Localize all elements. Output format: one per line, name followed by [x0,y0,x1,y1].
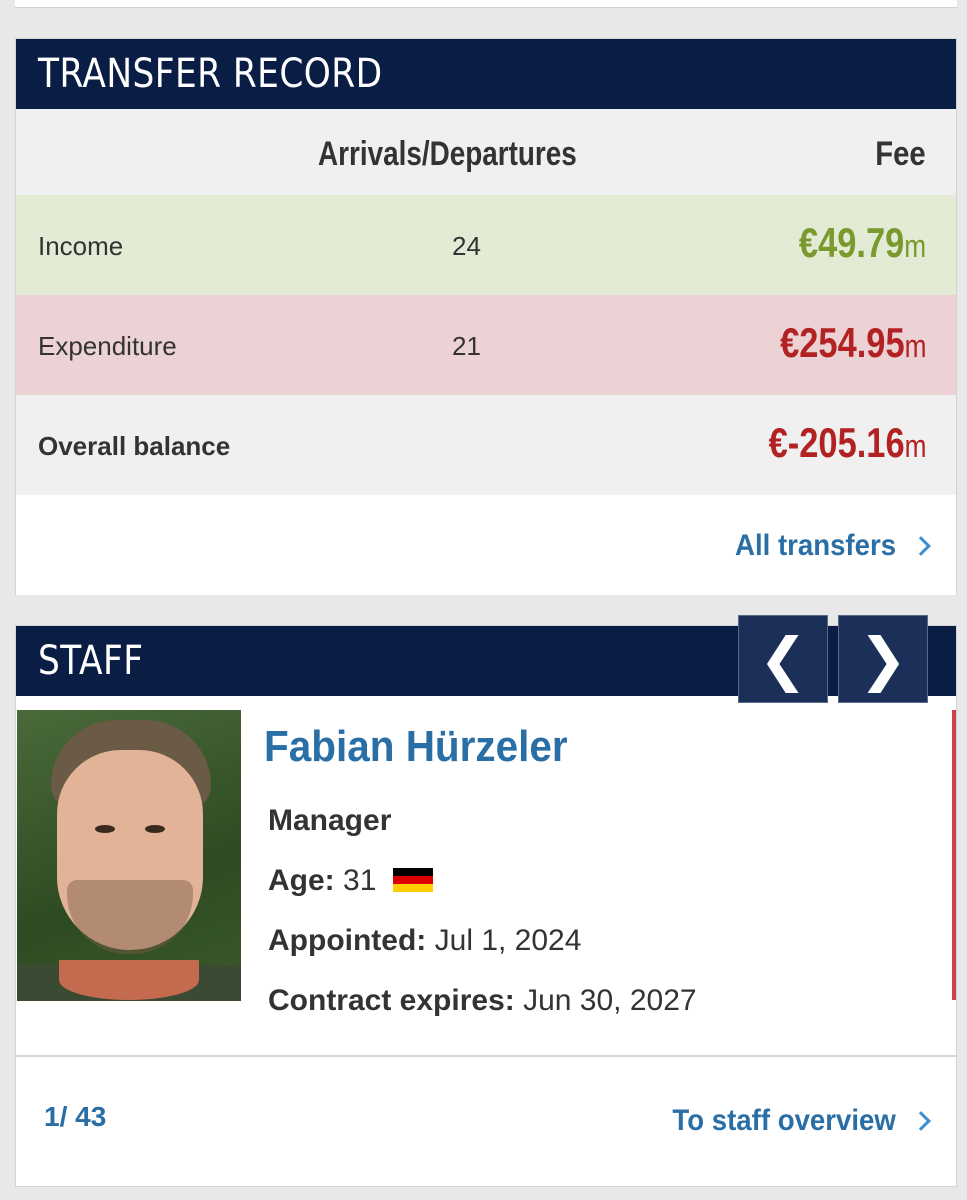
photo-eye [145,825,165,833]
photo-collar [59,960,199,1000]
income-value: €49.79m [799,219,926,267]
staff-age: Age: 31 [268,864,433,898]
chevron-right-icon [911,536,931,556]
expenditure-count: 21 [452,331,481,361]
staff-title: STAFF [38,638,144,684]
overall-balance-value: €-205.16m [768,419,926,467]
card-edge-accent [952,710,956,1000]
overall-balance-row: Overall balance €-205.16m [16,395,956,495]
income-count: 24 [452,231,481,261]
previous-staff-button[interactable]: ❮ [738,615,828,703]
income-unit: m [904,228,926,264]
staff-appointed: Appointed: Jul 1, 2024 [268,924,581,958]
photo-eye [95,825,115,833]
staff-card: STAFF ❮ ❯ Fabian Hürzeler Manager Age: 3… [15,615,957,1187]
expenditure-row: Expenditure 21 €254.95m [16,295,956,395]
expenditure-unit: m [904,328,926,364]
column-fee: Fee [875,135,926,173]
income-amount: €49.79 [798,219,905,266]
chevron-left-icon: ❮ [758,625,808,693]
staff-overview-label: To staff overview [672,1104,896,1137]
contract-value: Jun 30, 2027 [523,984,697,1017]
transfer-footer: All transfers [16,495,956,595]
appointed-label: Appointed: [268,924,427,957]
overall-balance-unit: m [904,428,926,464]
all-transfers-link[interactable]: All transfers [721,529,931,563]
all-transfers-label: All transfers [734,529,896,562]
next-staff-button[interactable]: ❯ [838,615,928,703]
age-value: 31 [343,864,377,897]
staff-role-text: Manager [268,804,392,837]
staff-photo[interactable] [17,710,241,1001]
photo-beard [67,880,193,954]
transfer-record-header: TRANSFER RECORD [16,39,956,109]
expenditure-amount: €254.95 [779,319,905,366]
staff-pager: 1/ 43 [44,1101,107,1132]
column-arrivals-departures: Arrivals/Departures [318,135,577,173]
germany-flag-icon [392,868,433,892]
staff-overview-link[interactable]: To staff overview [653,1104,931,1138]
staff-contract: Contract expires: Jun 30, 2027 [268,984,697,1018]
expenditure-value: €254.95m [780,319,926,367]
chevron-right-icon: ❯ [858,625,908,693]
divider [16,1055,956,1057]
overall-balance-label: Overall balance [38,431,231,461]
income-row: Income 24 €49.79m [16,195,956,295]
age-label: Age: [268,864,335,897]
staff-name-link[interactable]: Fabian Hürzeler [264,722,568,772]
transfer-record-title: TRANSFER RECORD [38,51,383,97]
overall-balance-amount: €-205.16 [768,419,905,466]
appointed-value: Jul 1, 2024 [434,924,582,957]
chevron-right-icon [911,1111,931,1131]
income-label: Income [38,231,124,261]
transfer-table-header: Arrivals/Departures Fee [16,109,956,195]
contract-label: Contract expires: [268,984,515,1017]
expenditure-label: Expenditure [38,331,177,361]
transfer-record-card: TRANSFER RECORD Arrivals/Departures Fee … [15,38,957,595]
previous-card-bottom [15,0,957,8]
staff-role: Manager [268,804,391,838]
